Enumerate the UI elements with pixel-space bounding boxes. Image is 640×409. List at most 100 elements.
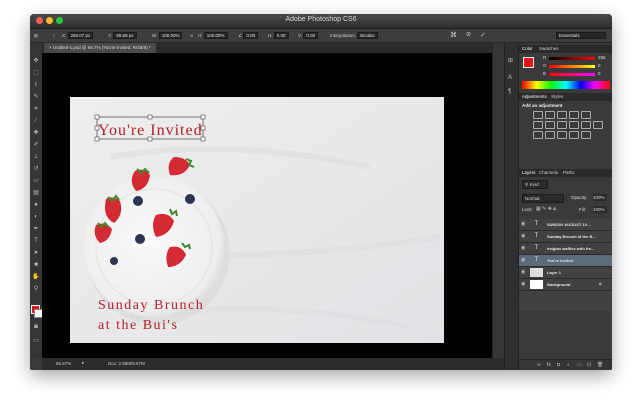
visibility-eye-icon[interactable]: ◉ — [521, 270, 526, 275]
layer-row[interactable]: ◉ Layer 1 — [519, 267, 612, 279]
layer-style-icon[interactable]: fx — [547, 362, 551, 368]
document-tab[interactable]: × Untitled-1.psd @ 66.7% (You're Invited… — [44, 43, 156, 53]
canvas[interactable]: You're Invited Sunday Brunch at the Bui'… — [70, 97, 444, 343]
type-tool-icon[interactable]: T — [32, 237, 40, 245]
vibrance-adjustment-icon[interactable] — [581, 111, 591, 119]
adjustment-layer-icon[interactable]: ◐ — [567, 362, 570, 368]
b-value[interactable]: 0 — [598, 71, 601, 76]
tab-adjustments[interactable]: Adjustments — [522, 94, 547, 99]
quick-mask-icon[interactable]: ◙ — [32, 323, 40, 331]
invert-adjustment-icon[interactable] — [533, 131, 543, 139]
paragraph-icon[interactable]: ¶ — [508, 89, 511, 95]
curves-adjustment-icon[interactable] — [557, 111, 567, 119]
move-tool-icon[interactable]: ✥ — [32, 57, 40, 65]
visibility-eye-icon[interactable]: ◉ — [521, 222, 526, 227]
new-layer-icon[interactable]: ⊡ — [587, 362, 591, 368]
height-field[interactable]: 100.00% — [203, 32, 228, 39]
visibility-eye-icon[interactable]: ◉ — [521, 246, 526, 251]
layer-mask-icon[interactable]: ◘ — [557, 362, 560, 368]
zoom-tool-icon[interactable]: ⚲ — [32, 285, 40, 293]
angle-field[interactable]: 0.00 — [243, 32, 259, 39]
tab-paths[interactable]: Paths — [563, 170, 575, 175]
visibility-eye-icon[interactable]: ◉ — [521, 282, 526, 287]
width-field[interactable]: 100.00% — [158, 32, 183, 39]
new-group-icon[interactable]: ▭ — [577, 362, 582, 368]
gradient-map-adjustment-icon[interactable] — [569, 131, 579, 139]
y-field[interactable]: 89.59 px — [113, 32, 137, 39]
levels-adjustment-icon[interactable] — [545, 111, 555, 119]
character-icon[interactable]: A — [508, 75, 512, 81]
selective-color-adjustment-icon[interactable] — [581, 131, 591, 139]
layer-filter-select[interactable]: ⚲ Kind — [522, 180, 548, 189]
visibility-eye-icon[interactable]: ◉ — [521, 234, 526, 239]
link-icon[interactable]: ∞ — [190, 32, 193, 39]
stamp-tool-icon[interactable]: ⊥ — [32, 153, 40, 161]
color-balance-adjustment-icon[interactable] — [545, 121, 555, 129]
tab-swatches[interactable]: Swatches — [539, 46, 559, 51]
threshold-adjustment-icon[interactable] — [557, 131, 567, 139]
trash-icon[interactable]: 🗑︎ — [597, 362, 603, 368]
tool-preset-icon[interactable]: ⊞ — [34, 32, 38, 39]
fill-field[interactable]: 100% — [593, 206, 607, 213]
x-field[interactable]: 260.07 px — [67, 32, 94, 39]
brightness-adjustment-icon[interactable] — [533, 111, 543, 119]
youre-invited-text[interactable]: You're Invited — [98, 122, 203, 139]
photo-filter-adjustment-icon[interactable] — [569, 121, 579, 129]
eraser-tool-icon[interactable]: ▱ — [32, 177, 40, 185]
tab-styles[interactable]: Styles — [551, 94, 563, 99]
zoom-level[interactable]: 66.67% — [56, 361, 71, 366]
at-the-buis-text[interactable]: at the Bui's — [98, 318, 178, 333]
exposure-adjustment-icon[interactable] — [569, 111, 579, 119]
g-value[interactable]: 0 — [598, 63, 601, 68]
blur-tool-icon[interactable]: ● — [32, 201, 40, 209]
crop-tool-icon[interactable]: ⌗ — [32, 105, 40, 113]
color-spectrum[interactable] — [522, 81, 610, 89]
brush-tool-icon[interactable]: ✐ — [32, 141, 40, 149]
v-skew-field[interactable]: 0.00 — [303, 32, 319, 39]
black-white-adjustment-icon[interactable] — [557, 121, 567, 129]
opacity-field[interactable]: 100% — [593, 194, 607, 201]
shape-tool-icon[interactable]: ■ — [32, 261, 40, 269]
b-slider[interactable] — [549, 73, 595, 76]
lock-icons[interactable]: ▦ ✎ ✥ 🔒︎ — [536, 206, 556, 212]
reference-point-icon[interactable]: ⁙ — [52, 32, 56, 39]
commit-transform-icon[interactable]: ✓ — [480, 32, 486, 39]
status-menu-icon[interactable]: ▸ — [82, 360, 84, 366]
lasso-tool-icon[interactable]: ℓ — [32, 81, 40, 89]
hand-tool-icon[interactable]: ✋ — [32, 273, 40, 281]
h-skew-field[interactable]: 0.00 — [273, 32, 289, 39]
hue-saturation-adjustment-icon[interactable] — [533, 121, 543, 129]
r-value[interactable]: 255 — [598, 55, 606, 60]
tab-channels[interactable]: Channels — [539, 170, 558, 175]
workspace-select[interactable]: Essentials — [556, 32, 606, 39]
marquee-tool-icon[interactable]: ⬚ — [32, 69, 40, 77]
screen-mode-icon[interactable]: ▭ — [32, 337, 40, 345]
layer-row[interactable]: ◉ T SUNDAY AUGUST 10 ... — [519, 219, 612, 231]
color-lookup-adjustment-icon[interactable] — [593, 121, 603, 129]
quick-select-tool-icon[interactable]: ✎ — [32, 93, 40, 101]
path-select-tool-icon[interactable]: ➤ — [32, 249, 40, 257]
dodge-tool-icon[interactable]: ◐ — [32, 213, 40, 221]
layer-row[interactable]: ◉ T Sunday Brunch at the B... — [519, 231, 612, 243]
layer-row[interactable]: ◉ Background 🔒︎ — [519, 279, 612, 291]
layer-row-selected[interactable]: ◉ T You're Invited — [519, 255, 612, 267]
tab-layers[interactable]: Layers — [522, 170, 536, 175]
interpolation-select[interactable]: Bicubic — [357, 32, 378, 39]
history-brush-tool-icon[interactable]: ↺ — [32, 165, 40, 173]
g-slider[interactable] — [549, 65, 595, 68]
sunday-brunch-text[interactable]: Sunday Brunch — [98, 298, 204, 313]
blend-mode-select[interactable]: Normal — [522, 194, 564, 203]
link-layers-icon[interactable]: ∞ — [537, 362, 541, 368]
healing-tool-icon[interactable]: ✚ — [32, 129, 40, 137]
posterize-adjustment-icon[interactable] — [545, 131, 555, 139]
tab-color[interactable]: Color — [522, 46, 533, 51]
eyedropper-tool-icon[interactable]: ⁄ — [32, 117, 40, 125]
channel-mixer-adjustment-icon[interactable] — [581, 121, 591, 129]
warp-icon[interactable]: ⌘ — [450, 32, 457, 39]
gradient-tool-icon[interactable]: ▤ — [32, 189, 40, 197]
history-icon[interactable]: ⊞ — [508, 57, 513, 64]
close-tab-icon[interactable]: × — [49, 45, 52, 50]
visibility-eye-icon[interactable]: ◉ — [521, 258, 526, 263]
cancel-transform-icon[interactable]: ⊘ — [466, 32, 471, 39]
foreground-swatch[interactable] — [523, 57, 534, 68]
